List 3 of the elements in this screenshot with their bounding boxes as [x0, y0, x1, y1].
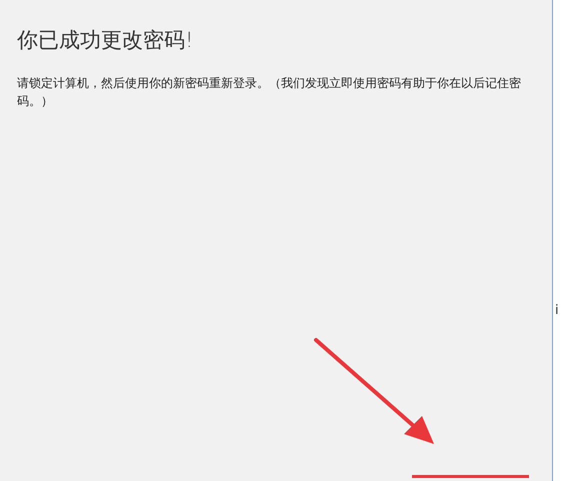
cut-off-text: i: [555, 303, 559, 318]
dialog-message: 请锁定计算机，然后使用你的新密码重新登录。（我们发现立即使用密码有助于你在以后记住密码。）: [17, 75, 522, 110]
dialog-title: 你已成功更改密码!: [17, 27, 194, 54]
